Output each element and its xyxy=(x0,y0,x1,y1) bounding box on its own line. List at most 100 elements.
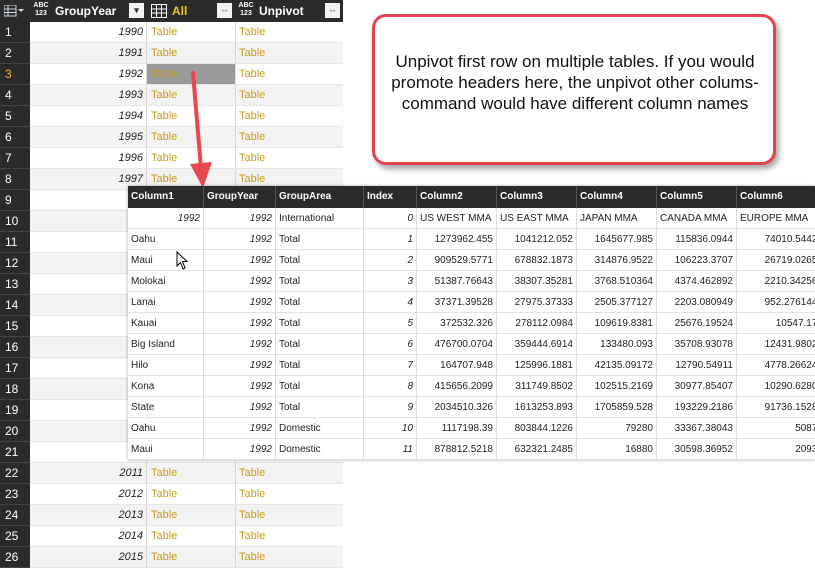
preview-cell[interactable]: 4374.462892 xyxy=(657,271,737,292)
preview-cell[interactable]: 2034510.326 xyxy=(417,397,497,418)
preview-cell[interactable]: 1992 xyxy=(204,271,276,292)
expand-column-icon[interactable]: ⇔ xyxy=(217,3,232,18)
preview-cell[interactable]: 952.2761442 xyxy=(737,292,815,313)
preview-cell[interactable]: CANADA MMA xyxy=(657,208,737,229)
preview-cell[interactable]: 35708.93078 xyxy=(657,334,737,355)
preview-cell[interactable]: 10547.171 xyxy=(737,313,815,334)
row-number[interactable]: 24 xyxy=(0,505,30,526)
cell-groupyear[interactable]: 1996 xyxy=(30,148,147,169)
preview-cell[interactable]: 8 xyxy=(364,376,417,397)
preview-cell[interactable]: 3768.510364 xyxy=(577,271,657,292)
preview-cell[interactable]: Domestic xyxy=(276,439,364,460)
preview-column-header[interactable]: Column2 xyxy=(417,186,497,208)
row-number[interactable]: 12 xyxy=(0,253,30,274)
preview-cell[interactable]: 1992 xyxy=(204,208,276,229)
preview-column-header[interactable]: Column6 xyxy=(737,186,815,208)
cell-groupyear[interactable]: 2014 xyxy=(30,526,147,547)
preview-cell[interactable]: 33367.38043 xyxy=(657,418,737,439)
preview-cell[interactable]: Hilo xyxy=(128,355,204,376)
cell-unpivot-table-link[interactable]: Table xyxy=(236,64,343,85)
preview-cell[interactable]: 0 xyxy=(364,208,417,229)
preview-cell[interactable]: 20930 xyxy=(737,439,815,460)
preview-cell[interactable]: Total xyxy=(276,334,364,355)
preview-cell[interactable]: 878812.5218 xyxy=(417,439,497,460)
preview-cell[interactable]: Total xyxy=(276,271,364,292)
preview-cell[interactable]: 2210.342563 xyxy=(737,271,815,292)
preview-cell[interactable]: 11 xyxy=(364,439,417,460)
cell-groupyear[interactable]: 1992 xyxy=(30,64,147,85)
row-number[interactable]: 16 xyxy=(0,337,30,358)
row-number[interactable]: 3 xyxy=(0,64,30,85)
preview-cell[interactable]: 30977.85407 xyxy=(657,376,737,397)
preview-cell[interactable]: 27975.37333 xyxy=(497,292,577,313)
preview-cell[interactable]: 193229.2186 xyxy=(657,397,737,418)
preview-cell[interactable]: 164707.948 xyxy=(417,355,497,376)
cell-all-table-link[interactable]: Table xyxy=(147,106,236,127)
preview-cell[interactable]: 26719.02655 xyxy=(737,250,815,271)
row-number[interactable]: 22 xyxy=(0,463,30,484)
cell-all-table-link[interactable]: Table xyxy=(147,85,236,106)
cell-unpivot-table-link[interactable]: Table xyxy=(236,505,343,526)
preview-cell[interactable]: 1992 xyxy=(204,334,276,355)
preview-cell[interactable]: 102515.2169 xyxy=(577,376,657,397)
preview-cell[interactable]: 10 xyxy=(364,418,417,439)
cell-groupyear[interactable]: 1993 xyxy=(30,85,147,106)
cell-groupyear[interactable]: 1991 xyxy=(30,43,147,64)
preview-cell[interactable]: 3 xyxy=(364,271,417,292)
row-number[interactable]: 8 xyxy=(0,169,30,190)
preview-cell[interactable]: 1613253.893 xyxy=(497,397,577,418)
row-number[interactable]: 11 xyxy=(0,232,30,253)
table-type-icon[interactable] xyxy=(151,4,167,21)
preview-cell[interactable]: Maui xyxy=(128,250,204,271)
preview-cell[interactable]: 6 xyxy=(364,334,417,355)
preview-cell[interactable]: 632321.2485 xyxy=(497,439,577,460)
preview-cell[interactable]: 30598.36952 xyxy=(657,439,737,460)
preview-cell[interactable]: 12790.54911 xyxy=(657,355,737,376)
preview-cell[interactable]: US WEST MMA xyxy=(417,208,497,229)
row-number[interactable]: 13 xyxy=(0,274,30,295)
preview-cell[interactable]: 1992 xyxy=(204,418,276,439)
cell-unpivot-table-link[interactable]: Table xyxy=(236,463,343,484)
preview-cell[interactable]: 106223.3707 xyxy=(657,250,737,271)
preview-cell[interactable]: 1273962.455 xyxy=(417,229,497,250)
preview-cell[interactable]: Maui xyxy=(128,439,204,460)
preview-cell[interactable]: Total xyxy=(276,250,364,271)
preview-cell[interactable]: 1992 xyxy=(204,439,276,460)
cell-groupyear[interactable]: 1994 xyxy=(30,106,147,127)
preview-cell[interactable]: 91736.15282 xyxy=(737,397,815,418)
row-number[interactable]: 14 xyxy=(0,295,30,316)
preview-cell[interactable]: Oahu xyxy=(128,229,204,250)
preview-cell[interactable]: State xyxy=(128,397,204,418)
preview-cell[interactable]: 2 xyxy=(364,250,417,271)
cell-unpivot-table-link[interactable]: Table xyxy=(236,22,343,43)
preview-cell[interactable]: 125996.1881 xyxy=(497,355,577,376)
preview-cell[interactable]: Kona xyxy=(128,376,204,397)
preview-cell[interactable]: 109619.8381 xyxy=(577,313,657,334)
preview-column-header[interactable]: GroupYear xyxy=(204,186,276,208)
preview-cell[interactable]: Big Island xyxy=(128,334,204,355)
row-number[interactable]: 21 xyxy=(0,442,30,463)
type-any-icon[interactable]: ABC 123 xyxy=(33,2,49,18)
preview-cell[interactable]: 4 xyxy=(364,292,417,313)
preview-cell[interactable]: 2203.080949 xyxy=(657,292,737,313)
preview-cell[interactable]: 1992 xyxy=(204,292,276,313)
cell-all-table-link[interactable]: Table xyxy=(147,22,236,43)
cell-groupyear[interactable]: 2013 xyxy=(30,505,147,526)
preview-cell[interactable]: Total xyxy=(276,313,364,334)
preview-cell[interactable]: 133480.093 xyxy=(577,334,657,355)
preview-cell[interactable]: JAPAN MMA xyxy=(577,208,657,229)
cell-all-table-link[interactable]: Table xyxy=(147,484,236,505)
preview-cell[interactable]: 9 xyxy=(364,397,417,418)
preview-cell[interactable]: 1117198.39 xyxy=(417,418,497,439)
preview-cell[interactable]: 115836.0944 xyxy=(657,229,737,250)
cell-groupyear[interactable]: 1995 xyxy=(30,127,147,148)
preview-cell[interactable]: Total xyxy=(276,355,364,376)
cell-all-table-link[interactable]: Table xyxy=(147,463,236,484)
preview-cell[interactable]: 415656.2099 xyxy=(417,376,497,397)
preview-cell[interactable]: 1992 xyxy=(204,397,276,418)
cell-all-table-link[interactable]: Table xyxy=(147,148,236,169)
preview-cell[interactable]: 74010.54429 xyxy=(737,229,815,250)
preview-cell[interactable]: Total xyxy=(276,397,364,418)
cell-all-table-link[interactable]: Table xyxy=(147,64,236,85)
cell-unpivot-table-link[interactable]: Table xyxy=(236,85,343,106)
